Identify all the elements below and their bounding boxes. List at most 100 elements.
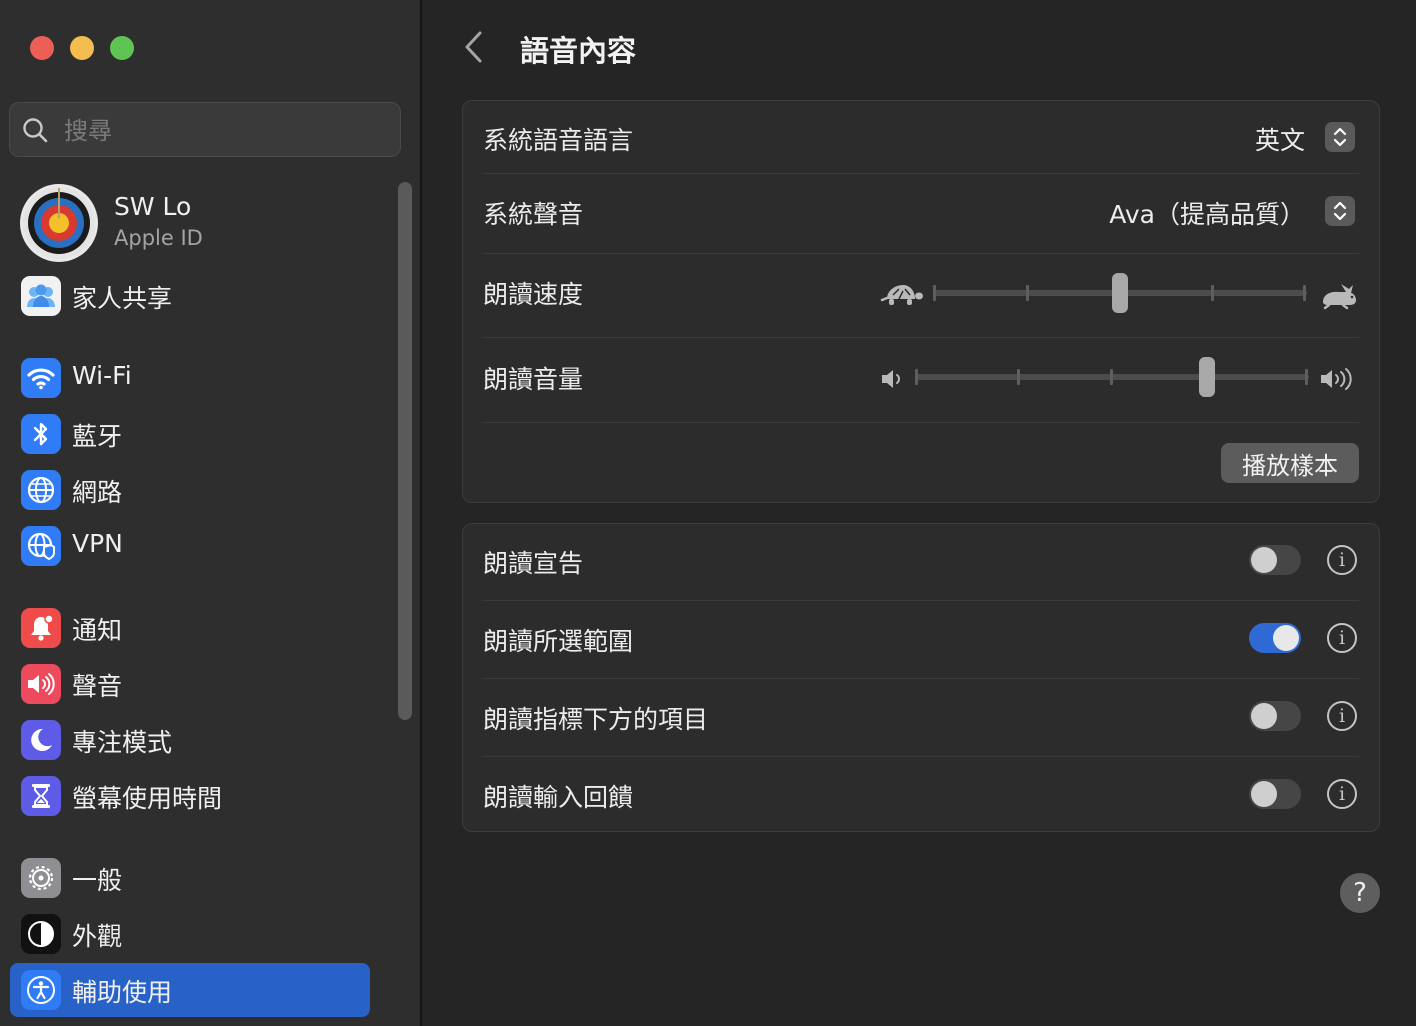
sidebar-item-focus[interactable]: 專注模式 [10,714,370,766]
sidebar: SW Lo Apple ID 家人共享 Wi-Fi [0,0,420,1026]
family-icon [21,276,61,316]
info-icon[interactable]: i [1327,701,1357,731]
close-window-button[interactable] [30,36,54,60]
back-button[interactable] [462,30,486,68]
speaking-volume-label: 朗讀音量 [483,365,584,394]
speaker-icon [21,664,61,704]
language-value: 英文 [1254,126,1305,155]
minimize-window-button[interactable] [70,36,94,60]
hourglass-icon [21,776,61,816]
bell-icon [21,608,61,648]
option-toggle[interactable] [1249,623,1301,653]
sidebar-item-label: 輔助使用 [72,978,173,1007]
profile-subtitle: Apple ID [114,226,203,250]
slider-tick [1303,285,1306,301]
option-toggle[interactable] [1249,701,1301,731]
play-sample-button[interactable]: 播放樣本 [1221,443,1359,483]
toggle-knob [1273,625,1299,651]
sidebar-scrollbar[interactable] [398,182,412,720]
search-field[interactable] [9,102,401,157]
sidebar-item-accessibility[interactable]: 輔助使用 [10,963,370,1017]
sidebar-divider [420,0,422,1026]
slider-tick [933,285,936,301]
slider-tick [1110,369,1113,385]
rabbit-icon [1323,284,1356,310]
voice-settings-panel: 系統語音語言 英文 系統聲音 Ava（提高品質） 朗讀速度 朗讀音量 播放樣本 [462,100,1380,503]
row-separator [483,173,1359,174]
turtle-icon [880,285,923,305]
slider-knob[interactable] [1198,357,1215,397]
volume-high-icon [1321,368,1352,390]
sidebar-item-label: 專注模式 [72,728,173,757]
slider-tick [1305,369,1308,385]
row-separator [483,337,1359,338]
vpn-globe-icon [21,526,61,566]
help-button[interactable]: ? [1340,873,1380,913]
sidebar-item-appearance[interactable]: 外觀 [10,908,370,960]
sidebar-item-label: Wi-Fi [72,361,132,390]
option-toggle[interactable] [1249,779,1301,809]
row-separator [483,422,1359,423]
toggle-knob [1251,547,1277,573]
accessibility-icon [21,970,61,1010]
stepper-icon [1325,122,1355,152]
option-label: 朗讀宣告 [483,549,584,578]
sidebar-item-family-sharing[interactable]: 家人共享 [10,270,370,322]
speaking-rate-label: 朗讀速度 [483,280,584,309]
bluetooth-icon [21,414,61,454]
appearance-icon [21,914,61,954]
profile-name: SW Lo [114,192,192,221]
volume-low-icon [882,370,900,388]
option-label: 朗讀指標下方的項目 [483,705,709,734]
sidebar-item-label: 網路 [72,478,123,507]
system-voice-language-label: 系統語音語言 [483,126,634,155]
apple-id-profile[interactable]: SW Lo Apple ID [20,182,380,262]
row-separator [483,600,1359,601]
sidebar-item-general[interactable]: 一般 [10,852,370,904]
option-label: 朗讀所選範圍 [483,627,634,656]
search-input[interactable] [62,111,386,151]
search-icon [23,118,48,143]
slider-tick [1026,285,1029,301]
sidebar-item-label: 家人共享 [72,284,173,313]
sidebar-item-vpn[interactable]: VPN [10,520,370,572]
sidebar-item-network[interactable]: 網路 [10,464,370,516]
toggle-knob [1251,703,1277,729]
speaking-rate-slider[interactable] [933,273,1307,313]
slider-knob[interactable] [1112,273,1128,313]
info-icon[interactable]: i [1327,545,1357,575]
row-separator [483,756,1359,757]
sidebar-item-label: 一般 [72,866,123,895]
speaking-volume-slider[interactable] [915,357,1309,397]
zoom-window-button[interactable] [110,36,134,60]
sidebar-item-label: 聲音 [72,672,123,701]
archery-target-icon [23,187,95,259]
stepper-icon [1325,196,1355,226]
sidebar-item-sound[interactable]: 聲音 [10,658,370,710]
sidebar-item-notifications[interactable]: 通知 [10,602,370,654]
sidebar-item-screen-time[interactable]: 螢幕使用時間 [10,770,370,822]
slider-tick [915,369,918,385]
row-separator [483,678,1359,679]
gear-icon [21,858,61,898]
sidebar-item-label: VPN [72,529,123,558]
row-separator [483,253,1359,254]
toggle-knob [1251,781,1277,807]
info-icon[interactable]: i [1327,623,1357,653]
sidebar-item-wifi[interactable]: Wi-Fi [10,352,370,404]
sidebar-item-bluetooth[interactable]: 藍牙 [10,408,370,460]
moon-icon [21,720,61,760]
option-toggle[interactable] [1249,545,1301,575]
sidebar-item-label: 螢幕使用時間 [72,784,223,813]
option-label: 朗讀輸入回饋 [483,783,634,812]
sidebar-item-label: 外觀 [72,922,123,951]
avatar [20,184,98,262]
system-voice-label: 系統聲音 [483,200,584,229]
wifi-icon [21,358,61,398]
page-title: 語音內容 [520,34,637,68]
chevron-left-icon [465,31,482,63]
voice-value: Ava（提高品質） [1109,200,1305,229]
slider-tick [1017,369,1020,385]
info-icon[interactable]: i [1327,779,1357,809]
speech-options-panel: 朗讀宣告 i 朗讀所選範圍 i 朗讀指標下方的項目 i 朗讀輸入回饋 i [462,523,1380,832]
